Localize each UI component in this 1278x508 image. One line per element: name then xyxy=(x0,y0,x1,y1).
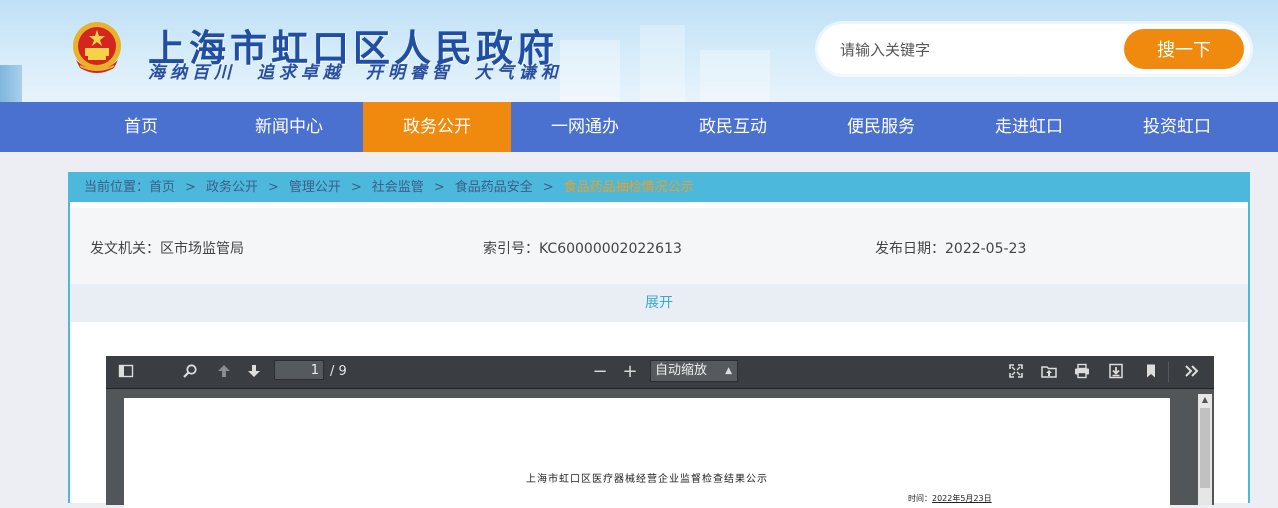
next-page-icon[interactable] xyxy=(246,363,262,379)
header-decoration xyxy=(0,65,22,102)
search-box: 搜一下 xyxy=(818,24,1250,74)
pdf-document-date: 时间：2022年5月23日 xyxy=(908,493,992,504)
pdf-toolbar: 1 / 9 − + 自动缩放 ▲ xyxy=(106,356,1214,389)
page-number-input[interactable]: 1 xyxy=(274,360,324,380)
zoom-in-button[interactable]: + xyxy=(620,362,640,382)
scroll-up-arrow-icon[interactable]: ▲ xyxy=(1198,394,1212,406)
zoom-out-button[interactable]: − xyxy=(590,362,610,382)
print-icon[interactable] xyxy=(1074,363,1090,379)
nav-item-news[interactable]: 新闻中心 xyxy=(215,102,363,152)
nav-item-online-service[interactable]: 一网通办 xyxy=(511,102,659,152)
expand-button[interactable]: 展开 xyxy=(70,284,1248,322)
site-header: 上海市虹口区人民政府 海纳百川 追求卓越 开明睿智 大气谦和 搜一下 xyxy=(0,0,1278,102)
breadcrumb-separator: > xyxy=(267,180,279,195)
pdf-date-prefix: 时间： xyxy=(908,494,932,503)
sidebar-toggle-icon[interactable] xyxy=(118,363,134,379)
meta-issuer: 发文机关：区市场监管局 xyxy=(90,241,244,257)
nav-item-gov-affairs[interactable]: 政务公开 xyxy=(363,102,511,152)
breadcrumb-separator: > xyxy=(433,180,445,195)
breadcrumb-prefix: 当前位置： xyxy=(84,180,150,195)
document-meta: 发文机关：区市场监管局 索引号：KC60000002022613 发布日期：20… xyxy=(70,208,1248,284)
content-panel: 当前位置： 首页 > 政务公开 > 管理公开 > 社会监管 > 食品药品安全 >… xyxy=(68,172,1250,508)
breadcrumb-item-food-drug[interactable]: 食品药品安全 xyxy=(455,174,533,202)
pdf-page: 上海市虹口区医疗器械经营企业监督检查结果公示 时间：2022年5月23日 xyxy=(124,398,1170,508)
breadcrumb-item-management[interactable]: 管理公开 xyxy=(289,174,341,202)
fullscreen-icon[interactable] xyxy=(1008,363,1024,379)
header-decoration xyxy=(640,25,685,102)
scroll-thumb[interactable] xyxy=(1200,408,1210,488)
breadcrumb-item-home[interactable]: 首页 xyxy=(149,174,175,202)
meta-index-number: 索引号：KC60000002022613 xyxy=(483,241,682,257)
pdf-date-value: 2022年5月23日 xyxy=(932,494,992,503)
toolbar-divider xyxy=(1168,362,1169,382)
double-chevron-right-icon[interactable] xyxy=(1184,363,1200,379)
nav-item-investment[interactable]: 投资虹口 xyxy=(1103,102,1251,152)
nav-item-public-service[interactable]: 便民服务 xyxy=(807,102,955,152)
chevron-up-down-icon: ▲ xyxy=(725,366,732,376)
site-slogan: 海纳百川 追求卓越 开明睿智 大气谦和 xyxy=(148,63,563,83)
download-icon[interactable] xyxy=(1108,363,1124,379)
nav-item-home[interactable]: 首页 xyxy=(67,102,215,152)
breadcrumb-separator: > xyxy=(350,180,362,195)
header-decoration xyxy=(700,50,770,102)
breadcrumb: 当前位置： 首页 > 政务公开 > 管理公开 > 社会监管 > 食品药品安全 >… xyxy=(70,174,1248,202)
bookmark-icon[interactable] xyxy=(1143,363,1159,379)
breadcrumb-separator: > xyxy=(185,180,196,195)
nav-item-interaction[interactable]: 政民互动 xyxy=(659,102,807,152)
main-nav: 首页 新闻中心 政务公开 一网通办 政民互动 便民服务 走进虹口 投资虹口 xyxy=(0,102,1278,152)
pdf-scrollbar[interactable]: ▲ xyxy=(1198,394,1212,505)
pdf-document-title: 上海市虹口区医疗器械经营企业监督检查结果公示 xyxy=(526,474,768,485)
header-decoration xyxy=(560,40,620,102)
search-button[interactable]: 搜一下 xyxy=(1124,29,1244,69)
breadcrumb-item-gov-affairs[interactable]: 政务公开 xyxy=(206,174,258,202)
pdf-viewer: 1 / 9 − + 自动缩放 ▲ 上海市虹口区医疗器械经营企业监督检查结果公示 … xyxy=(106,356,1214,508)
breadcrumb-item-supervision[interactable]: 社会监管 xyxy=(372,174,424,202)
open-file-icon[interactable] xyxy=(1041,363,1057,379)
meta-publish-date: 发布日期：2022-05-23 xyxy=(875,241,1027,257)
breadcrumb-item-current: 食品药品抽检情况公示 xyxy=(563,180,694,195)
breadcrumb-separator: > xyxy=(542,180,554,195)
search-icon[interactable] xyxy=(182,363,198,379)
zoom-select[interactable]: 自动缩放 ▲ xyxy=(650,360,738,382)
zoom-select-value: 自动缩放 xyxy=(655,363,708,378)
search-input[interactable] xyxy=(838,36,1132,64)
page-total: / 9 xyxy=(330,364,347,379)
previous-page-icon[interactable] xyxy=(216,363,232,379)
national-emblem-icon xyxy=(73,22,121,73)
nav-item-about[interactable]: 走进虹口 xyxy=(955,102,1103,152)
